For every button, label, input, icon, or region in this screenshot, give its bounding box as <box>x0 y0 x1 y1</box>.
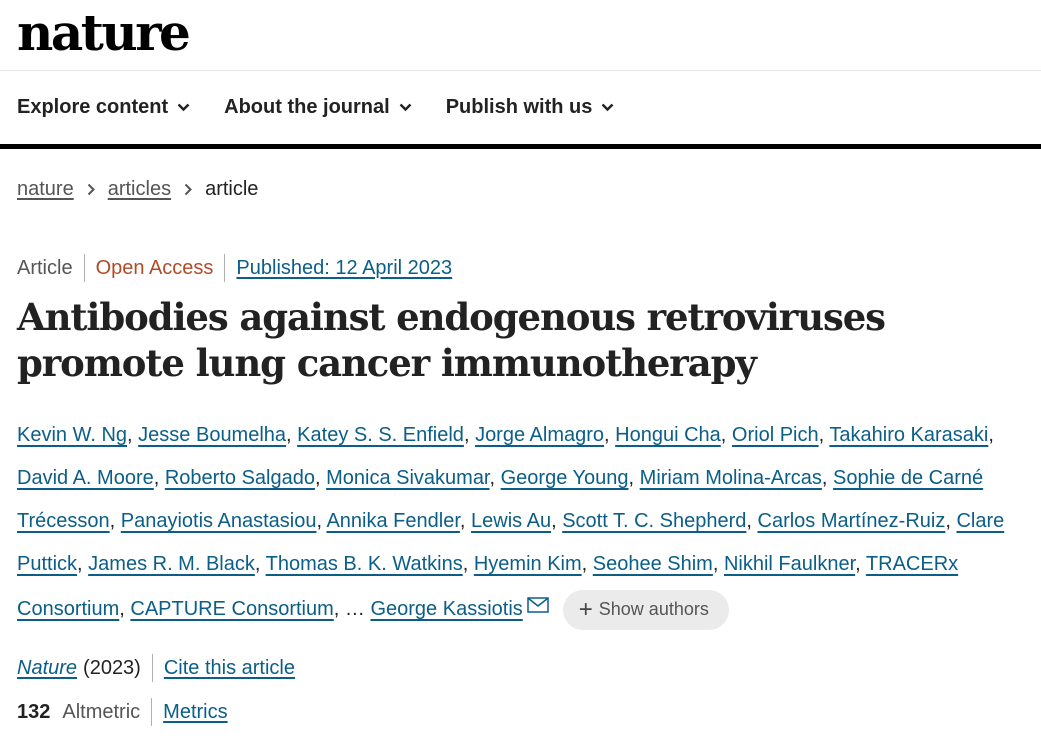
cite-this-article-link[interactable]: Cite this article <box>164 657 295 680</box>
nav-publish-with-us[interactable]: Publish with us <box>446 96 615 119</box>
author-list: Kevin W. Ng, Jesse Boumelha, Katey S. S.… <box>17 414 1032 631</box>
author-link[interactable]: Seohee Shim <box>593 553 713 575</box>
chevron-down-icon <box>602 103 614 112</box>
author-link[interactable]: Thomas B. K. Watkins <box>266 553 463 575</box>
author-link[interactable]: Roberto Salgado <box>165 467 315 489</box>
journal-citation: Nature (2023) Cite this article <box>17 654 295 682</box>
author-link[interactable]: Panayiotis Anastasiou <box>121 510 317 532</box>
article-metrics: 132 Altmetric Metrics <box>17 698 228 726</box>
show-authors-button[interactable]: + Show authors <box>562 589 729 630</box>
author-link[interactable]: Jesse Boumelha <box>138 424 286 446</box>
author-link[interactable]: CAPTURE Consortium <box>130 598 333 620</box>
author-link[interactable]: David A. Moore <box>17 467 154 489</box>
chevron-down-icon <box>399 103 412 112</box>
author-link[interactable]: Hongui Cha <box>615 424 721 446</box>
journal-link[interactable]: Nature <box>17 657 77 680</box>
main-nav: Explore content About the journal Publis… <box>0 71 1041 149</box>
author-link[interactable]: James R. M. Black <box>88 553 255 575</box>
nav-explore-content[interactable]: Explore content <box>17 96 190 119</box>
altmetric-label: Altmetric <box>62 700 141 723</box>
chevron-down-icon <box>177 103 190 112</box>
author-link[interactable]: Annika Fendler <box>326 510 459 532</box>
author-link[interactable]: Jorge Almagro <box>475 424 604 446</box>
breadcrumb-articles[interactable]: articles <box>108 178 171 201</box>
author-link[interactable]: Lewis Au <box>471 510 551 532</box>
breadcrumb-nature[interactable]: nature <box>17 178 74 201</box>
author-link[interactable]: Katey S. S. Enfield <box>297 424 464 446</box>
author-link[interactable]: Takahiro Karasaki <box>829 424 988 446</box>
nav-about-journal[interactable]: About the journal <box>224 96 412 119</box>
breadcrumb: nature articles article <box>17 178 258 201</box>
email-icon[interactable] <box>527 586 549 629</box>
author-link[interactable]: Miriam Molina-Arcas <box>640 467 822 489</box>
author-link[interactable]: Hyemin Kim <box>474 553 582 575</box>
article-type: Article <box>17 256 73 279</box>
nav-about-journal-label: About the journal <box>224 96 390 118</box>
nature-logo[interactable]: nature <box>17 3 191 63</box>
divider <box>151 698 153 726</box>
metrics-link[interactable]: Metrics <box>163 701 227 724</box>
author-link[interactable]: Carlos Martínez-Ruiz <box>758 510 946 532</box>
open-access-badge: Open Access <box>95 256 214 279</box>
nav-explore-content-label: Explore content <box>17 96 169 118</box>
site-header: nature <box>0 0 1041 71</box>
author-ellipsis: … <box>344 598 365 620</box>
author-link[interactable]: Nikhil Faulkner <box>724 553 855 575</box>
published-date-link[interactable]: Published: 12 April 2023 <box>236 257 452 280</box>
article-title: Antibodies against endogenous retrovirus… <box>17 295 886 385</box>
breadcrumb-current: article <box>205 178 259 200</box>
divider <box>151 654 153 682</box>
article-meta: Article Open Access Published: 12 April … <box>17 254 452 282</box>
plus-icon: + <box>578 595 593 623</box>
chevron-right-icon <box>87 183 95 196</box>
show-authors-label: Show authors <box>598 599 709 620</box>
author-link[interactable]: George Young <box>501 467 629 489</box>
author-link[interactable]: Monica Sivakumar <box>326 467 489 489</box>
nav-publish-with-us-label: Publish with us <box>445 96 593 118</box>
author-link-corresponding[interactable]: George Kassiotis <box>370 598 522 620</box>
author-link[interactable]: Kevin W. Ng <box>17 424 127 446</box>
journal-year: (2023) <box>83 656 141 679</box>
chevron-right-icon <box>184 183 192 196</box>
divider <box>224 254 226 282</box>
altmetric-count: 132 <box>17 700 51 723</box>
author-link[interactable]: Scott T. C. Shepherd <box>562 510 746 532</box>
divider <box>83 254 85 282</box>
author-link[interactable]: Oriol Pich <box>732 424 819 446</box>
